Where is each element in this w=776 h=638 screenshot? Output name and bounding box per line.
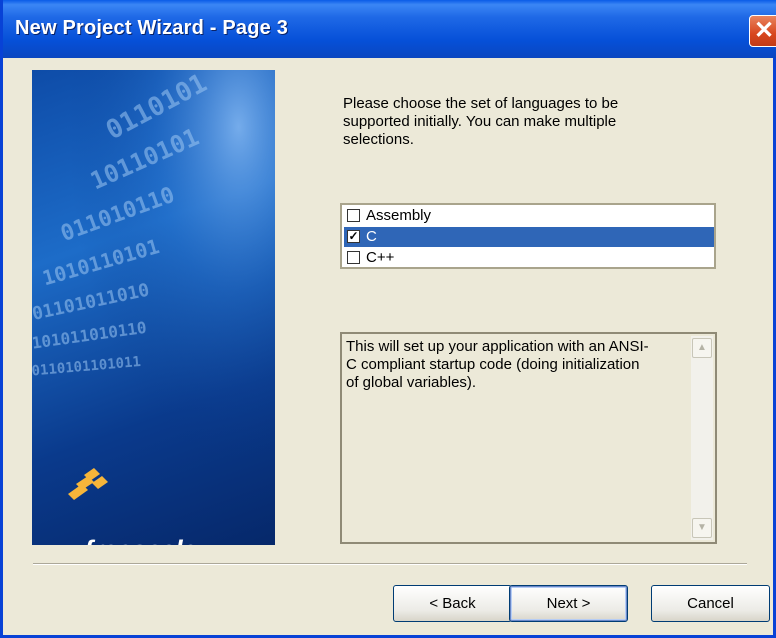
list-item-label: Assembly [366,207,432,224]
description-box[interactable]: This will set up your application with a… [340,332,717,544]
description-text: This will set up your application with a… [346,338,649,391]
logo-text: freescale [84,535,197,545]
back-button[interactable]: < Back [393,585,512,622]
chevron-up-icon: ▲ [697,342,707,353]
next-button[interactable]: Next > [509,585,628,622]
assembly-checkbox[interactable] [347,209,360,222]
binary-swirl-graphic: 0110101 10110101 011010110 1010110101 01… [32,70,275,545]
close-button[interactable]: ✕ [749,15,776,47]
cancel-button[interactable]: Cancel [651,585,770,622]
description-scrollbar[interactable]: ▲ ▼ [691,336,713,540]
scroll-up-button[interactable]: ▲ [692,338,712,358]
list-item-label: C++ [366,249,395,266]
divider [33,563,747,565]
instruction-text: Please choose the set of languages to be… [343,95,619,148]
chevron-down-icon: ▼ [697,522,707,533]
wizard-window: New Project Wizard - Page 3 ✕ 0110101 10… [0,0,776,638]
close-icon: ✕ [754,17,775,44]
freescale-banner-image: 0110101 10110101 011010110 1010110101 01… [32,70,275,545]
list-item-assembly[interactable]: Assembly [344,206,714,226]
list-item-label: C [366,228,377,245]
c-checkbox[interactable]: ✓ [347,230,360,243]
window-title: New Project Wizard - Page 3 [15,17,289,39]
language-list[interactable]: Assembly ✓ C C++ [340,203,716,269]
list-item-cpp[interactable]: C++ [344,248,714,268]
cpp-checkbox[interactable] [347,251,360,264]
list-item-c[interactable]: ✓ C [344,227,714,247]
scroll-down-button[interactable]: ▼ [692,518,712,538]
title-bar[interactable]: New Project Wizard - Page 3 ✕ [3,0,776,58]
